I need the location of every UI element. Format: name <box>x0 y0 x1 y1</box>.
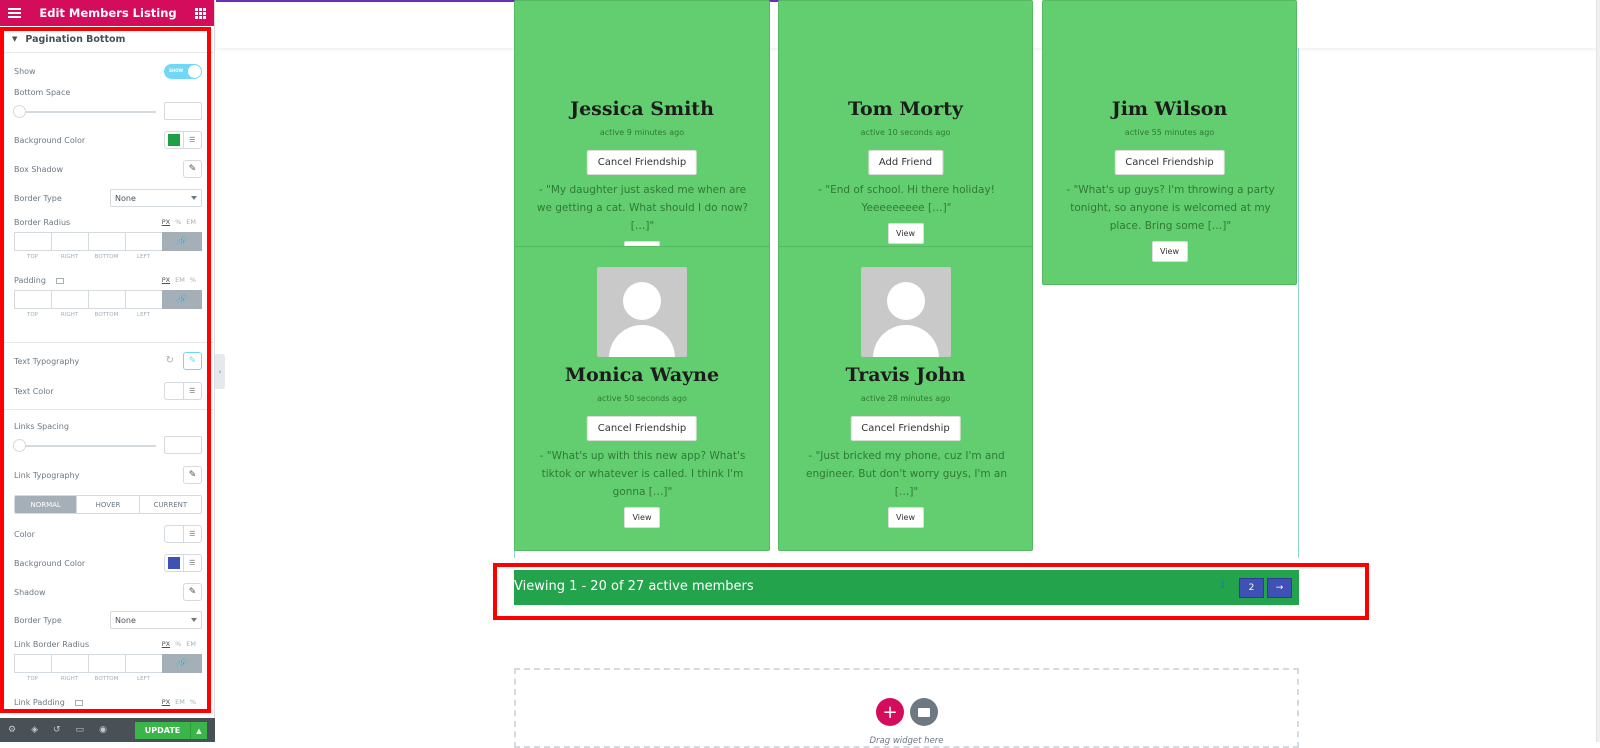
cancel-friendship-button[interactable]: Cancel Friendship <box>586 150 698 175</box>
collapse-panel-icon[interactable]: ‹ <box>215 354 225 389</box>
member-name[interactable]: Travis John <box>779 364 1032 386</box>
menu-icon[interactable] <box>8 8 21 18</box>
add-section-icon[interactable]: + <box>876 698 904 726</box>
member-excerpt: - "End of school. Hi there holiday! Yeee… <box>818 184 995 214</box>
member-excerpt: - "What's up with this new app? What's t… <box>539 450 746 498</box>
members-listing: Jessica Smith active 9 minutes ago Cance… <box>514 0 1299 558</box>
scrollbar[interactable] <box>1596 0 1600 742</box>
member-card: Jim Wilson active 55 minutes ago Cancel … <box>1042 0 1297 285</box>
cancel-friendship-button[interactable]: Cancel Friendship <box>586 416 698 441</box>
panel-title: Edit Members Listing <box>39 6 177 20</box>
highlight-outline-panel <box>0 27 211 713</box>
settings-icon[interactable]: ⚙ <box>8 725 16 735</box>
member-card: Tom Morty active 10 seconds ago Add Frie… <box>778 0 1033 267</box>
member-card: Monica Wayne active 50 seconds ago Cance… <box>514 246 770 551</box>
member-active-time: active 50 seconds ago <box>597 394 687 403</box>
member-excerpt: - "What's up guys? I'm throwing a party … <box>1066 184 1275 232</box>
member-name[interactable]: Jim Wilson <box>1043 98 1296 120</box>
widgets-grid-icon[interactable] <box>195 7 206 19</box>
member-excerpt: - "My daughter just asked me when are we… <box>536 184 749 232</box>
panel-header: Edit Members Listing <box>0 0 214 26</box>
member-active-time: active 10 seconds ago <box>860 128 951 137</box>
responsive-icon[interactable]: ▭ <box>76 725 85 735</box>
view-button[interactable]: View <box>887 507 924 528</box>
member-name[interactable]: Tom Morty <box>779 98 1032 120</box>
cancel-friendship-button[interactable]: Cancel Friendship <box>1114 150 1225 175</box>
view-button[interactable]: View <box>1151 241 1188 262</box>
avatar[interactable] <box>861 267 951 357</box>
highlight-outline-pagination <box>493 563 1369 620</box>
caret-up-icon[interactable]: ▲ <box>190 722 207 739</box>
view-button[interactable]: View <box>624 507 660 528</box>
member-active-time: active 55 minutes ago <box>1124 128 1215 137</box>
cancel-friendship-button[interactable]: Cancel Friendship <box>850 416 961 441</box>
member-active-time: active 9 minutes ago <box>599 128 685 137</box>
member-card: Jessica Smith active 9 minutes ago Cance… <box>514 0 770 285</box>
navigator-icon[interactable]: ◈ <box>31 725 38 735</box>
update-button-group: UPDATE ▲ <box>135 722 207 739</box>
view-button[interactable]: View <box>887 223 924 244</box>
member-excerpt: - "Just bricked my phone, cuz I'm and en… <box>805 450 1008 498</box>
member-active-time: active 28 minutes ago <box>860 394 951 403</box>
drag-widget-hint: Drag widget here <box>869 736 944 746</box>
history-icon[interactable]: ↺ <box>53 725 61 735</box>
member-card: Travis John active 28 minutes ago Cancel… <box>778 246 1033 551</box>
member-name[interactable]: Jessica Smith <box>515 98 769 120</box>
add-section-dropzone[interactable]: + Drag widget here <box>514 668 1299 748</box>
add-friend-button[interactable]: Add Friend <box>867 150 944 175</box>
panel-footer: ⚙ ◈ ↺ ▭ ◉ UPDATE ▲ <box>0 718 215 742</box>
update-button[interactable]: UPDATE <box>135 722 190 739</box>
template-library-folder-icon[interactable] <box>910 698 938 726</box>
member-name[interactable]: Monica Wayne <box>515 364 769 386</box>
preview-eye-icon[interactable]: ◉ <box>99 725 107 735</box>
avatar[interactable] <box>597 267 687 357</box>
